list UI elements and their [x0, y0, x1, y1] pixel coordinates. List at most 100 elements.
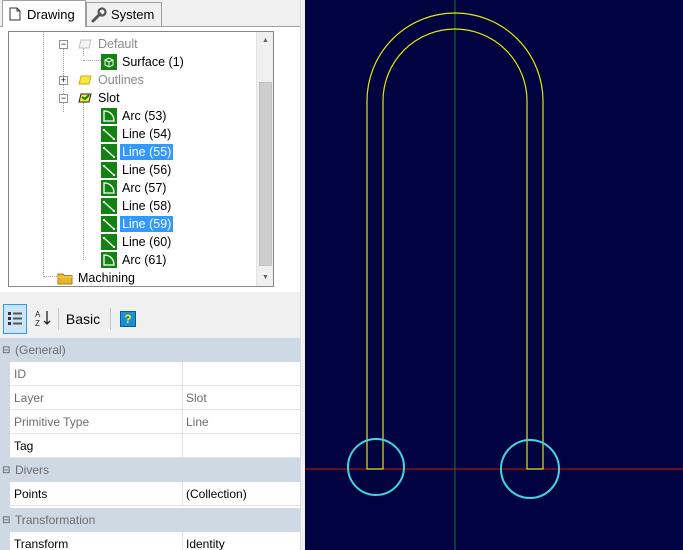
expand-toggle[interactable]: + — [59, 76, 68, 85]
tree-connector — [83, 102, 84, 260]
line-icon — [101, 162, 117, 178]
active-layer-icon — [77, 90, 93, 106]
svg-text:Z: Z — [35, 319, 40, 327]
property-row-tag[interactable]: Tag — [10, 434, 300, 458]
scroll-thumb[interactable] — [259, 82, 272, 266]
drawing-tree[interactable]: − Default Surface (1) + Outlines − Slot … — [8, 31, 274, 287]
layer-icon — [77, 72, 93, 88]
tree-node-line-54[interactable]: Line (54) — [101, 125, 173, 143]
category-label: Divers — [15, 463, 50, 477]
tree-node-label: Arc (57) — [122, 181, 167, 195]
scroll-up-icon[interactable]: ▲ — [257, 32, 273, 49]
column-divider — [182, 386, 183, 410]
tree-node-label: Outlines — [98, 73, 144, 87]
tab-system[interactable]: System — [86, 2, 162, 26]
document-icon — [7, 6, 23, 22]
help-icon: ? — [120, 311, 136, 327]
collapse-toggle[interactable]: − — [59, 94, 68, 103]
tree-node-label: Line (55) — [120, 144, 174, 160]
viewport-svg — [305, 0, 683, 550]
tree-node-label: Machining — [78, 271, 135, 285]
tree-frame: − Default Surface (1) + Outlines − Slot … — [0, 26, 300, 292]
tree-node-arc-61[interactable]: Arc (61) — [101, 251, 168, 269]
tree-node-outlines[interactable]: Outlines — [77, 71, 146, 89]
line-icon — [101, 144, 117, 160]
collapse-icon[interactable]: ⊟ — [2, 465, 12, 476]
property-name: ID — [14, 367, 26, 381]
property-value[interactable]: (Collection) — [186, 487, 247, 501]
line-icon — [101, 216, 117, 232]
property-row-id[interactable]: ID — [10, 362, 300, 386]
tree-connector — [83, 60, 101, 61]
tree-node-label: Arc (53) — [122, 109, 167, 123]
tree-node-line-55[interactable]: Line (55) — [101, 143, 174, 161]
tree-node-line-60[interactable]: Line (60) — [101, 233, 173, 251]
alphabetical-button[interactable]: AZ — [31, 304, 55, 334]
property-name: Points — [14, 487, 48, 501]
tree-node-label: Line (54) — [122, 127, 172, 141]
tree-connector — [43, 276, 57, 277]
collapse-toggle[interactable]: − — [59, 40, 68, 49]
tree-node-default[interactable]: Default — [77, 35, 140, 53]
wrench-icon — [91, 6, 107, 23]
column-divider — [182, 532, 183, 550]
collapse-icon[interactable]: ⊟ — [2, 345, 12, 356]
tree-node-line-59[interactable]: Line (59) — [101, 215, 174, 233]
tree-node-arc-57[interactable]: Arc (57) — [101, 179, 168, 197]
property-row-primitive-type[interactable]: Primitive Type Line — [10, 410, 300, 434]
categorized-icon — [7, 310, 23, 329]
tree-node-label: Line (56) — [122, 163, 172, 177]
column-divider — [182, 410, 183, 434]
property-value[interactable]: Slot — [186, 391, 207, 405]
surface-icon — [101, 54, 117, 70]
line-icon — [101, 126, 117, 142]
tree-node-label: Arc (61) — [122, 253, 167, 267]
help-button[interactable]: ? — [116, 304, 140, 334]
property-row-points[interactable]: Points (Collection) — [10, 482, 300, 506]
toolbar-separator — [110, 308, 111, 330]
category-divers[interactable]: ⊟ Divers — [0, 458, 300, 482]
line-icon — [101, 198, 117, 214]
tree-node-label: Default — [98, 37, 138, 51]
arc-icon — [101, 108, 117, 124]
tree-node-line-58[interactable]: Line (58) — [101, 197, 173, 215]
property-value[interactable]: Line — [186, 415, 209, 429]
property-grid: ⊟ (General) ID Layer Slot Primitive Type… — [0, 338, 300, 550]
tree-node-label: Slot — [98, 91, 120, 105]
property-name: Transform — [14, 537, 69, 550]
tree-node-slot[interactable]: Slot — [77, 89, 122, 107]
arc-icon — [101, 252, 117, 268]
line-icon — [101, 234, 117, 250]
selection-circle-left[interactable] — [347, 438, 405, 496]
drawing-canvas[interactable] — [305, 0, 683, 550]
property-row-transform[interactable]: Transform Identity — [10, 532, 300, 550]
tab-drawing[interactable]: Drawing — [2, 0, 86, 27]
tree-node-label: Surface (1) — [122, 55, 184, 69]
property-value[interactable]: Identity — [186, 537, 225, 550]
basic-button[interactable]: Basic — [60, 304, 106, 334]
tree-node-surface[interactable]: Surface (1) — [101, 53, 186, 71]
tree-node-label: Line (58) — [122, 199, 172, 213]
collapse-icon[interactable]: ⊟ — [2, 515, 12, 526]
tree-node-line-56[interactable]: Line (56) — [101, 161, 173, 179]
layer-icon — [77, 36, 93, 52]
arc-icon — [101, 180, 117, 196]
tree-node-label: Line (60) — [122, 235, 172, 249]
tree-node-arc-53[interactable]: Arc (53) — [101, 107, 168, 125]
scroll-down-icon[interactable]: ▼ — [257, 269, 273, 286]
property-row-layer[interactable]: Layer Slot — [10, 386, 300, 410]
column-divider — [182, 434, 183, 458]
tree-node-machining[interactable]: Machining — [57, 269, 137, 286]
category-label: Transformation — [15, 513, 96, 527]
tree-node-label: Line (59) — [120, 216, 174, 232]
property-name: Primitive Type — [14, 415, 90, 429]
column-divider — [182, 362, 183, 386]
panel-tabs: Drawing System — [0, 0, 303, 27]
categorized-button[interactable] — [3, 304, 27, 334]
svg-text:A: A — [35, 310, 41, 319]
tab-drawing-label: Drawing — [27, 6, 75, 22]
category-transformation[interactable]: ⊟ Transformation — [0, 508, 300, 532]
category-general[interactable]: ⊟ (General) — [0, 338, 300, 362]
tree-scrollbar[interactable]: ▲ ▼ — [256, 32, 273, 286]
category-label: (General) — [15, 343, 66, 357]
